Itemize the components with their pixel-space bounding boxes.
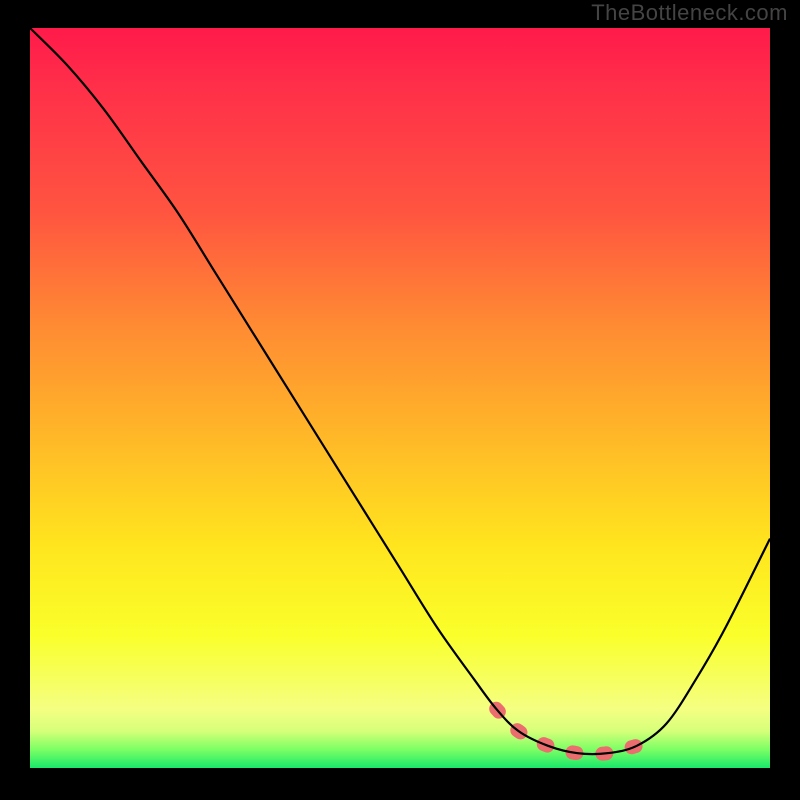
curve-svg	[30, 28, 770, 768]
chart-frame: TheBottleneck.com	[0, 0, 800, 800]
bottleneck-curve	[30, 28, 770, 754]
watermark-text: TheBottleneck.com	[591, 0, 788, 26]
plot-area	[30, 28, 770, 768]
